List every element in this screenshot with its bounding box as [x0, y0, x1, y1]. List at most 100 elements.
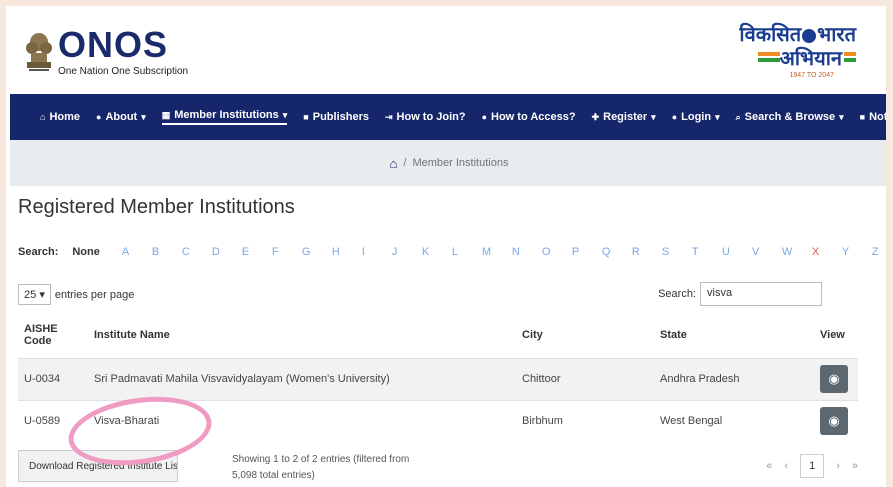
prev-page-button[interactable]: ‹: [784, 460, 788, 472]
col-view: View: [820, 328, 845, 341]
logo-title[interactable]: ONOS: [58, 24, 168, 66]
nav-item-login[interactable]: ● Login ▾: [672, 111, 720, 123]
nav-item-label: Login: [681, 111, 712, 123]
caret-down-icon: ▾: [839, 111, 844, 122]
alpha-letter-m[interactable]: M: [482, 246, 512, 258]
alpha-letter-r[interactable]: R: [632, 246, 662, 258]
eye-icon: ◉: [828, 413, 840, 429]
alpha-letter-u[interactable]: U: [722, 246, 752, 258]
search-icon: ⌕: [735, 111, 741, 122]
nav-item-how-to-access[interactable]: ● How to Access?: [482, 111, 576, 123]
alpha-letter-y[interactable]: Y: [842, 246, 872, 258]
nav-item-how-to-join[interactable]: ⇥ How to Join?: [385, 111, 466, 123]
nav-item-publishers[interactable]: ■ Publishers: [303, 111, 369, 123]
alpha-letter-s[interactable]: S: [662, 246, 692, 258]
showing-entries-text: Showing 1 to 2 of 2 entries (filtered fr…: [232, 454, 410, 481]
alpha-filter: Search: None ABCDEFGHIJKLMNOPQRSTUVWXYZ: [18, 246, 886, 258]
breadcrumb-separator: /: [403, 157, 407, 169]
cell-city: Chittoor: [516, 357, 654, 400]
alpha-filter-label: Search:: [18, 246, 59, 258]
first-page-button[interactable]: «: [766, 460, 772, 472]
nav-item-notices[interactable]: ■Notices: [860, 111, 886, 123]
alpha-filter-none[interactable]: None: [72, 246, 100, 258]
page-title: Registered Member Institutions: [18, 196, 295, 218]
current-page-button[interactable]: 1: [800, 454, 825, 478]
col-city[interactable]: City: [516, 312, 654, 358]
alpha-letter-t[interactable]: T: [692, 246, 722, 258]
vb-line2: अभियान: [779, 46, 842, 70]
nav-item-label: How to Access?: [491, 111, 576, 123]
vb-line1: विकसित भारत: [739, 22, 856, 46]
col-state[interactable]: State: [654, 312, 814, 358]
cell-code: U-0034: [18, 357, 88, 400]
search-input[interactable]: visva: [700, 282, 822, 306]
alpha-letter-w[interactable]: W: [782, 246, 812, 258]
help-icon: ●: [481, 112, 488, 122]
cell-city: Birbhum: [516, 399, 654, 442]
main-nav: ⌂ Home ● About ▾ ▦ Member Institutions ▾ ■ Publis…: [10, 94, 886, 140]
alpha-letter-i[interactable]: I: [362, 246, 392, 258]
alpha-letter-g[interactable]: G: [302, 246, 332, 258]
user-plus-icon: ✚: [591, 111, 600, 122]
view-eye-button[interactable]: ◉: [820, 365, 848, 393]
next-page-button[interactable]: ›: [836, 460, 840, 472]
nav-item-label: Publishers: [312, 111, 369, 123]
nav-item-label: Member Institutions: [174, 109, 279, 121]
nav-item-label: Notices: [869, 111, 886, 123]
alpha-letter-l[interactable]: L: [452, 246, 482, 258]
alpha-letter-z[interactable]: Z: [872, 246, 886, 258]
vb-years: 1947 TO 2047: [789, 72, 834, 79]
eye-icon: ◉: [828, 371, 840, 386]
view-eye-button[interactable]: ◉: [820, 407, 848, 436]
sign-in-icon: ⇥: [384, 111, 393, 122]
table-header-row: AISHE Code Institute Name City State View: [18, 312, 858, 358]
logo-subtitle: One Nation One Subscription: [58, 66, 189, 77]
col-aishe-code[interactable]: AISHE Code: [18, 312, 88, 358]
home-icon[interactable]: ⌂: [390, 156, 398, 171]
alpha-letter-k[interactable]: K: [422, 246, 452, 258]
cell-view: ◉: [814, 399, 858, 442]
info-icon: ●: [96, 112, 102, 122]
cell-name: Sri Padmavati Mahila Visvavidyalayam (Wo…: [88, 357, 516, 400]
pagination: « ‹ 1 › »: [766, 454, 858, 478]
nav-item-member-institutions[interactable]: ▦ Member Institutions ▾: [161, 109, 288, 125]
viksit-bharat-logo: विकसित भारत अभियान 1947 TO 2047: [739, 20, 856, 82]
search-label: Search:: [658, 288, 696, 300]
book-icon: ■: [303, 112, 309, 122]
cell-state: West Bengal: [654, 399, 814, 442]
nav-item-register[interactable]: ✚ Register ▾: [592, 111, 656, 123]
nav-item-about[interactable]: ● About ▾: [96, 111, 146, 123]
alpha-letter-p[interactable]: P: [572, 246, 602, 258]
alpha-letter-a[interactable]: A: [122, 246, 152, 258]
alpha-letter-o[interactable]: O: [542, 246, 572, 258]
cell-state: Andhra Pradesh: [654, 357, 814, 400]
alpha-letter-d[interactable]: D: [212, 246, 242, 258]
alpha-letter-x[interactable]: X: [812, 246, 842, 258]
nav-item-label: Home: [49, 111, 80, 123]
caret-down-icon: ▾: [715, 111, 720, 122]
table-row: U-0034 Sri Padmavati Mahila Visvavidyalay…: [18, 357, 858, 400]
alpha-letter-c[interactable]: C: [182, 246, 212, 258]
alpha-letter-e[interactable]: E: [242, 246, 272, 258]
col-institute-name[interactable]: Institute Name: [88, 312, 516, 358]
table-search: Search: visva: [658, 282, 822, 306]
alpha-letter-j[interactable]: J: [392, 246, 422, 258]
site-header: ONOS One Nation One Subscription विकसित भ…: [6, 6, 886, 94]
entries-suffix: entries per page: [54, 288, 135, 301]
state-emblem-icon: [26, 33, 52, 71]
nav-item-search-browse[interactable]: ⌕ Search & Browse ▾: [736, 111, 844, 123]
alpha-letter-b[interactable]: B: [152, 246, 182, 258]
last-page-button[interactable]: »: [852, 460, 858, 472]
entries-select[interactable]: 25 ▾: [18, 284, 51, 305]
alpha-letter-v[interactable]: V: [752, 246, 782, 258]
alpha-letter-q[interactable]: Q: [602, 246, 632, 258]
alpha-letter-n[interactable]: N: [512, 246, 542, 258]
login-icon: ●: [671, 112, 678, 122]
nav-item-home[interactable]: ⌂ Home: [40, 111, 80, 123]
nav-item-label: How to Join?: [396, 111, 466, 123]
nav-item-label: About: [105, 111, 138, 123]
home-icon: ⌂: [40, 112, 46, 122]
entries-per-page: 25 ▾ entries per page: [18, 284, 134, 305]
alpha-letter-f[interactable]: F: [272, 246, 302, 258]
alpha-letter-h[interactable]: H: [332, 246, 362, 258]
